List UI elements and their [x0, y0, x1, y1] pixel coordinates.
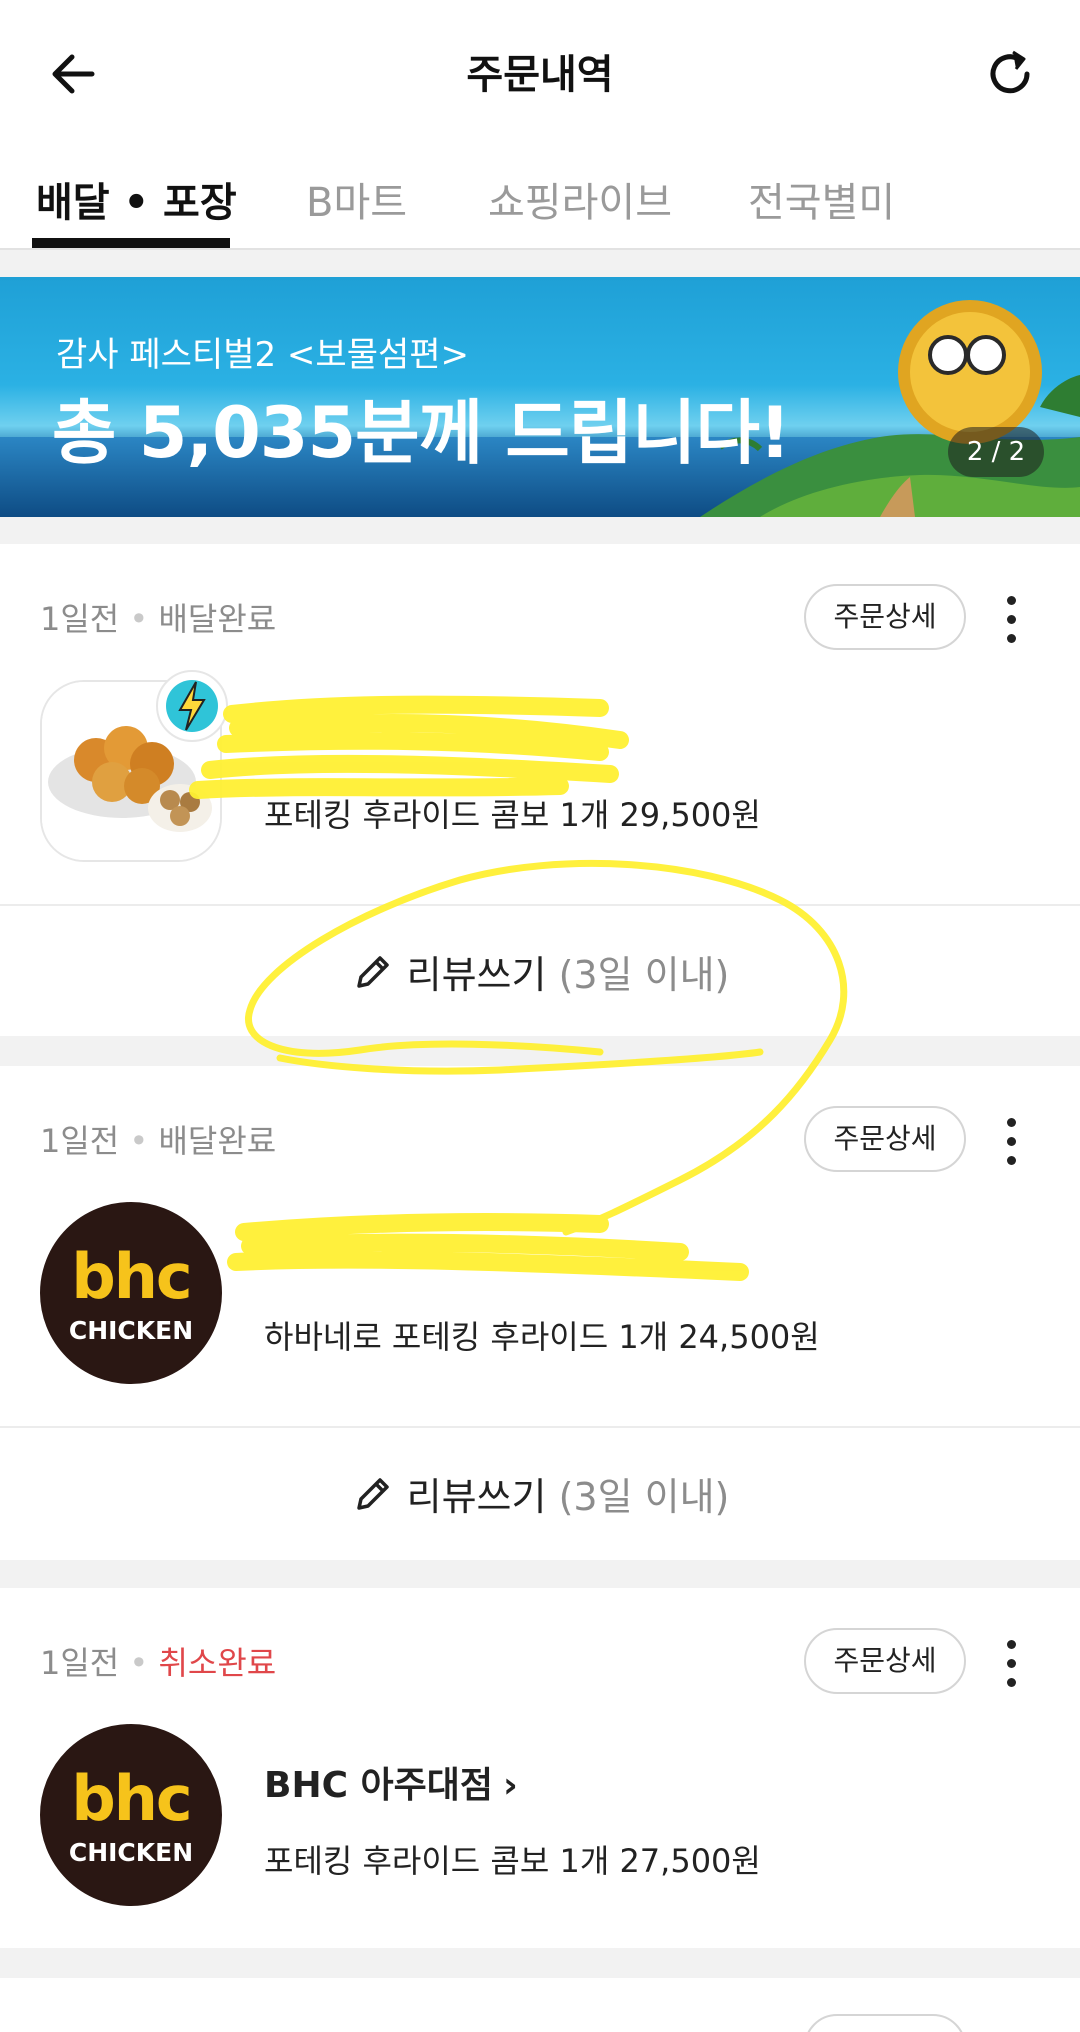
- more-options-icon[interactable]: [1000, 1640, 1024, 1688]
- review-deadline: (3일 이내): [558, 953, 730, 997]
- chevron-right-icon: ›: [503, 1765, 518, 1806]
- order-card-partial: [0, 1978, 1080, 2032]
- section-gap: [0, 250, 1080, 277]
- bhc-logo[interactable]: bhc CHICKEN: [40, 1724, 222, 1906]
- section-gap: [0, 517, 1080, 544]
- write-review-button[interactable]: 리뷰쓰기 (3일 이내): [0, 944, 1080, 1034]
- store-name: BHC 아주대점: [264, 1765, 494, 1806]
- section-gap: [0, 1036, 1080, 1066]
- more-options-icon[interactable]: [1000, 596, 1024, 644]
- bhc-logo-word: bhc: [71, 1240, 192, 1313]
- order-card: 1일전 • 배달완료 주문상세 bhc CHICKEN 하바네로 포테킹 후라이…: [0, 1066, 1080, 1560]
- lightning-delivery-badge: [156, 670, 228, 742]
- pencil-icon: [356, 1477, 389, 1510]
- meta-separator: •: [129, 1122, 159, 1160]
- lightning-icon: [166, 680, 218, 732]
- pencil-icon: [356, 955, 389, 988]
- order-status: 배달완료: [158, 600, 277, 638]
- order-time: 1일전: [40, 600, 120, 638]
- banner-page-counter: 2 / 2: [948, 427, 1044, 477]
- order-card: 1일전 • 취소완료 주문상세 bhc CHICKEN BHC 아주대점 › 포테…: [0, 1588, 1080, 1948]
- review-label: 리뷰쓰기: [406, 953, 547, 997]
- order-time: 1일전: [40, 1122, 120, 1160]
- order-meta: 1일전 • 배달완료: [40, 594, 276, 640]
- order-detail-button[interactable]: 주문상세: [804, 584, 966, 650]
- order-detail-button-partial[interactable]: [804, 2014, 966, 2032]
- banner-subtitle: 감사 페스티벌2 <보물섬편>: [56, 335, 470, 375]
- store-name-link[interactable]: BHC 아주대점 ›: [264, 1756, 518, 1808]
- order-card: 1일전 • 배달완료 주문상세 포테킹 후라이드 콤보 1개 29,500원 리…: [0, 544, 1080, 1036]
- banner-headline: 총 5,035분께 드립니다!: [52, 392, 791, 474]
- order-detail-button[interactable]: 주문상세: [804, 1106, 966, 1172]
- order-meta: 1일전 • 배달완료: [40, 1116, 276, 1162]
- review-label: 리뷰쓰기: [406, 1475, 547, 1519]
- tab-delivery-pickup[interactable]: 배달 • 포장: [36, 170, 237, 228]
- order-status: 배달완료: [158, 1122, 277, 1160]
- order-item-summary: 포테킹 후라이드 콤보 1개 27,500원: [264, 1842, 761, 1880]
- bhc-logo-sub: CHICKEN: [68, 1316, 194, 1345]
- card-divider: [0, 1426, 1080, 1428]
- order-item-summary: 포테킹 후라이드 콤보 1개 29,500원: [264, 796, 761, 834]
- order-item-summary: 하바네로 포테킹 후라이드 1개 24,500원: [264, 1318, 820, 1356]
- bhc-logo-sub: CHICKEN: [68, 1838, 194, 1867]
- order-type-tabs: 배달 • 포장 B마트 쇼핑라이브 전국별미: [0, 150, 1080, 250]
- meta-separator: •: [129, 600, 159, 638]
- order-detail-button[interactable]: 주문상세: [804, 1628, 966, 1694]
- write-review-button[interactable]: 리뷰쓰기 (3일 이내): [0, 1466, 1080, 1556]
- app-header: 주문내역: [0, 0, 1080, 142]
- promo-banner[interactable]: 감사 페스티벌2 <보물섬편> 총 5,035분께 드립니다! 2 / 2: [0, 277, 1080, 517]
- active-tab-indicator: [32, 238, 230, 248]
- section-gap: [0, 1948, 1080, 1978]
- refresh-icon[interactable]: [980, 44, 1040, 104]
- order-meta: 1일전 • 취소완료: [40, 1638, 276, 1684]
- tab-bmart[interactable]: B마트: [306, 170, 407, 228]
- bhc-logo-word: bhc: [71, 1762, 192, 1835]
- order-status: 취소완료: [158, 1644, 277, 1682]
- card-divider: [0, 904, 1080, 906]
- order-time: 1일전: [40, 1644, 120, 1682]
- tab-shopping-live[interactable]: 쇼핑라이브: [488, 170, 672, 228]
- bhc-logo[interactable]: bhc CHICKEN: [40, 1202, 222, 1384]
- meta-separator: •: [129, 1644, 159, 1682]
- page-title: 주문내역: [466, 52, 614, 98]
- more-options-icon[interactable]: [1000, 1118, 1024, 1166]
- tab-regional-specialties[interactable]: 전국별미: [748, 170, 895, 228]
- review-deadline: (3일 이내): [558, 1475, 730, 1519]
- section-gap: [0, 1560, 1080, 1588]
